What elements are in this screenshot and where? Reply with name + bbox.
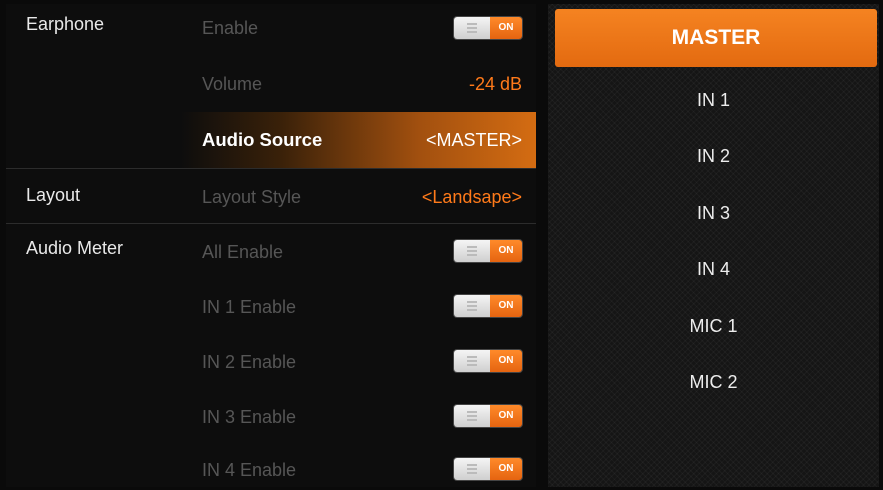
category-layout: Layout (26, 185, 81, 205)
toggle-on-label: ON (490, 240, 522, 262)
grip-icon (467, 23, 477, 33)
audio-meter-in2-row[interactable]: IN 2 Enable ON (6, 334, 536, 390)
source-option-mic2[interactable]: MIC 2 (548, 354, 879, 410)
source-option-in4[interactable]: IN 4 (548, 241, 879, 297)
toggle-on-label: ON (490, 295, 522, 317)
earphone-enable-row[interactable]: Earphone Enable ON (6, 4, 536, 60)
toggle-on-label: ON (490, 17, 522, 39)
earphone-enable-toggle[interactable]: ON (454, 17, 522, 39)
grip-icon (467, 464, 477, 474)
earphone-enable-label: Enable (202, 18, 259, 38)
screen: Earphone Enable ON Volume -24 dB Audio S… (0, 0, 883, 489)
grip-icon (467, 301, 477, 311)
toggle-knob (454, 405, 490, 427)
audio-meter-in1-row[interactable]: IN 1 Enable ON (6, 279, 536, 335)
earphone-volume-row[interactable]: Volume -24 dB (6, 56, 536, 112)
settings-panel: Earphone Enable ON Volume -24 dB Audio S… (6, 4, 536, 487)
layout-style-value[interactable]: <Landsape> (422, 177, 522, 217)
toggle-knob (454, 458, 490, 480)
toggle-on-label: ON (490, 458, 522, 480)
toggle-knob (454, 17, 490, 39)
layout-style-label: Layout Style (202, 187, 302, 207)
grip-icon (467, 411, 477, 421)
audio-meter-in2-toggle[interactable]: ON (454, 350, 522, 372)
category-audio-meter: Audio Meter (26, 238, 124, 258)
earphone-audio-source-row[interactable]: Audio Source <MASTER> (6, 112, 536, 168)
layout-style-row[interactable]: Layout Layout Style <Landsape> (6, 169, 536, 225)
audio-meter-in1-toggle[interactable]: ON (454, 295, 522, 317)
source-option-in1[interactable]: IN 1 (548, 72, 879, 128)
source-option-mic1[interactable]: MIC 1 (548, 298, 879, 354)
earphone-volume-value[interactable]: -24 dB (469, 64, 522, 104)
audio-meter-in2-label: IN 2 Enable (202, 352, 297, 372)
source-option-in3[interactable]: IN 3 (548, 185, 879, 241)
audio-source-list: MASTER IN 1 IN 2 IN 3 IN 4 MIC 1 MIC 2 (548, 4, 879, 487)
toggle-on-label: ON (490, 405, 522, 427)
earphone-volume-label: Volume (202, 74, 263, 94)
toggle-knob (454, 295, 490, 317)
audio-source-label: Audio Source (202, 129, 323, 150)
audio-meter-in1-label: IN 1 Enable (202, 297, 297, 317)
audio-meter-in3-toggle[interactable]: ON (454, 405, 522, 427)
toggle-on-label: ON (490, 350, 522, 372)
grip-icon (467, 246, 477, 256)
audio-meter-in3-label: IN 3 Enable (202, 407, 297, 427)
audio-meter-in3-row[interactable]: IN 3 Enable ON (6, 389, 536, 445)
category-earphone: Earphone (26, 14, 105, 34)
source-option-master[interactable]: MASTER (555, 9, 877, 67)
audio-source-value[interactable]: <MASTER> (426, 120, 522, 160)
audio-meter-in4-toggle[interactable]: ON (454, 458, 522, 480)
grip-icon (467, 356, 477, 366)
toggle-knob (454, 350, 490, 372)
audio-meter-in4-row[interactable]: IN 4 Enable ON (6, 444, 536, 487)
audio-meter-all-toggle[interactable]: ON (454, 240, 522, 262)
source-option-in2[interactable]: IN 2 (548, 128, 879, 184)
audio-meter-all-row[interactable]: Audio Meter All Enable ON (6, 224, 536, 280)
audio-meter-all-label: All Enable (202, 242, 284, 262)
audio-meter-in4-label: IN 4 Enable (202, 460, 297, 480)
toggle-knob (454, 240, 490, 262)
